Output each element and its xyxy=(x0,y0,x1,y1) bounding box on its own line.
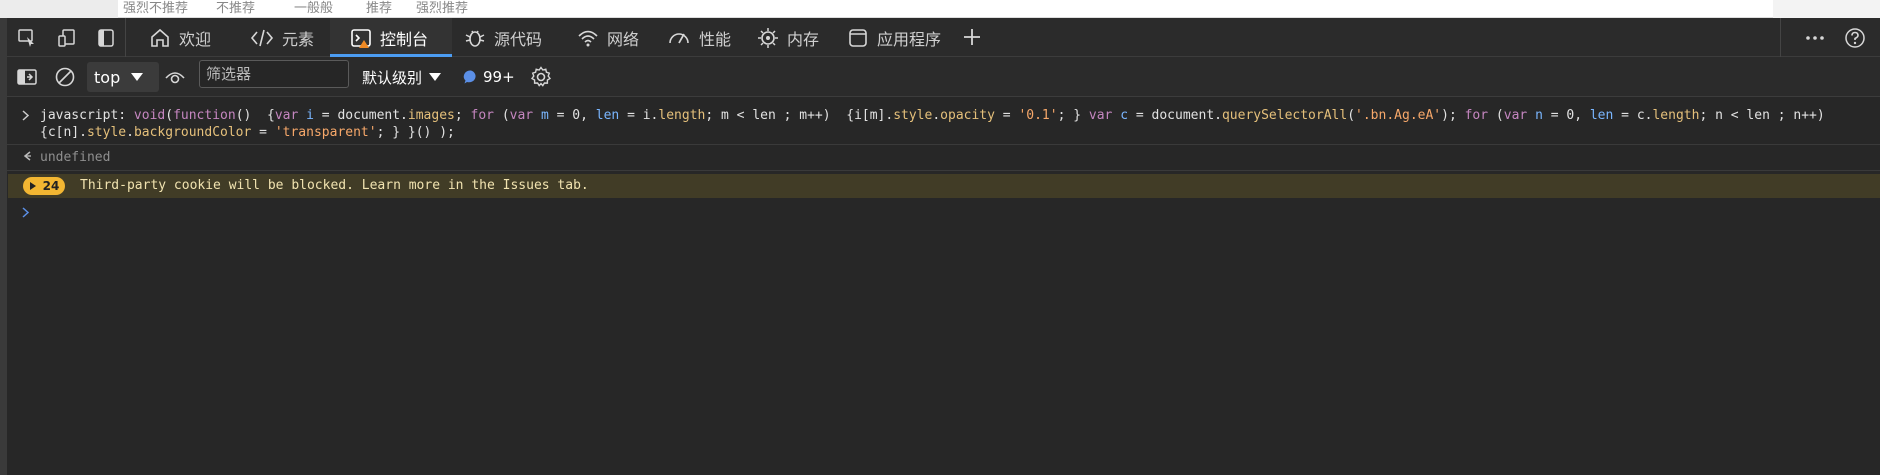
warning-message: Third-party cookie will be blocked. Lear… xyxy=(80,178,589,193)
chevron-down-icon xyxy=(429,73,442,81)
clear-console-icon[interactable] xyxy=(53,65,77,89)
rating-option[interactable]: 推荐 xyxy=(366,1,392,17)
dock-side-icon[interactable] xyxy=(94,26,118,50)
console-prompt[interactable] xyxy=(7,203,1880,223)
context-selector[interactable]: top xyxy=(87,62,159,92)
tab-label: 网络 xyxy=(607,29,640,49)
inspect-element-icon[interactable] xyxy=(15,26,39,50)
bug-icon xyxy=(465,30,485,47)
chevron-right-icon xyxy=(22,110,30,121)
page-rating-bar: 强烈不推荐 不推荐 一般般 推荐 强烈推荐 xyxy=(118,0,1773,18)
tab-sources[interactable]: 源代码 xyxy=(464,18,564,57)
home-icon xyxy=(151,28,169,47)
divider xyxy=(1780,18,1781,57)
console-settings-gear-icon[interactable] xyxy=(529,65,553,89)
divider xyxy=(7,144,1880,145)
gauge-icon xyxy=(669,32,689,43)
page-content-strip: 强烈不推荐 不推荐 一般般 推荐 强烈推荐 xyxy=(0,0,1880,18)
message-bubble-icon xyxy=(463,70,476,84)
devtools-panel: 欢迎 元素 控制台 源代码 网络 性能 内存 应用程序 top 筛选器 默认级别… xyxy=(7,18,1880,475)
add-tab-icon[interactable] xyxy=(960,25,984,49)
warning-count-badge[interactable]: 24 xyxy=(23,177,65,195)
help-icon[interactable] xyxy=(1843,26,1867,50)
tab-console[interactable]: 控制台 xyxy=(330,18,452,57)
console-command-line-2[interactable]: {c[n].style.backgroundColor = 'transpare… xyxy=(40,124,455,141)
tab-performance[interactable]: 性能 xyxy=(667,18,747,57)
tab-elements[interactable]: 元素 xyxy=(250,18,330,57)
message-count[interactable]: 99+ xyxy=(463,57,515,97)
divider xyxy=(7,170,1880,171)
context-value: top xyxy=(94,67,121,87)
rating-option[interactable]: 强烈推荐 xyxy=(416,1,468,17)
tab-label: 内存 xyxy=(787,29,820,49)
page-left-margin xyxy=(0,0,118,18)
divider xyxy=(125,18,126,57)
app-icon xyxy=(849,28,867,47)
rating-option[interactable]: 不推荐 xyxy=(216,1,255,17)
rating-option[interactable]: 强烈不推荐 xyxy=(123,1,188,17)
console-command-line-1[interactable]: javascript: void(function() {var i = doc… xyxy=(40,107,1825,124)
chevron-down-icon xyxy=(131,73,144,81)
console-result-value: undefined xyxy=(40,150,111,165)
tab-label: 性能 xyxy=(699,29,732,49)
tab-network[interactable]: 网络 xyxy=(577,18,657,57)
console-result-entry: undefined xyxy=(7,148,1880,168)
filter-input[interactable] xyxy=(199,60,349,88)
tab-label: 元素 xyxy=(282,29,315,49)
tab-label: 源代码 xyxy=(494,29,543,49)
device-emulation-icon[interactable] xyxy=(55,26,79,50)
log-level-dropdown[interactable]: 默认级别 xyxy=(362,57,442,97)
console-icon xyxy=(351,28,371,48)
tab-application[interactable]: 应用程序 xyxy=(847,18,957,57)
more-options-icon[interactable] xyxy=(1803,26,1827,50)
rating-option[interactable]: 一般般 xyxy=(294,1,333,17)
wifi-icon xyxy=(578,30,598,46)
tab-label: 控制台 xyxy=(380,29,429,49)
devtools-tabbar: 欢迎 元素 控制台 源代码 网络 性能 内存 应用程序 xyxy=(7,18,1880,57)
message-count-value: 99+ xyxy=(483,68,515,86)
log-level-value: 默认级别 xyxy=(362,68,423,87)
tab-memory[interactable]: 内存 xyxy=(757,18,837,57)
return-arrow-icon xyxy=(23,151,31,161)
expand-triangle-icon xyxy=(29,182,36,190)
filter-box xyxy=(199,60,349,88)
code-icon xyxy=(250,29,274,46)
devtools-resize-edge[interactable] xyxy=(0,18,7,475)
chip-icon xyxy=(758,27,778,48)
tab-label: 应用程序 xyxy=(877,29,942,49)
tab-label: 欢迎 xyxy=(179,29,212,49)
console-warning-entry[interactable]: 24 Third-party cookie will be blocked. L… xyxy=(8,174,1880,198)
warning-count: 24 xyxy=(42,179,60,193)
sidebar-toggle-icon[interactable] xyxy=(15,65,39,89)
live-expression-eye-icon[interactable] xyxy=(163,65,187,89)
prompt-chevron-icon xyxy=(22,207,30,218)
